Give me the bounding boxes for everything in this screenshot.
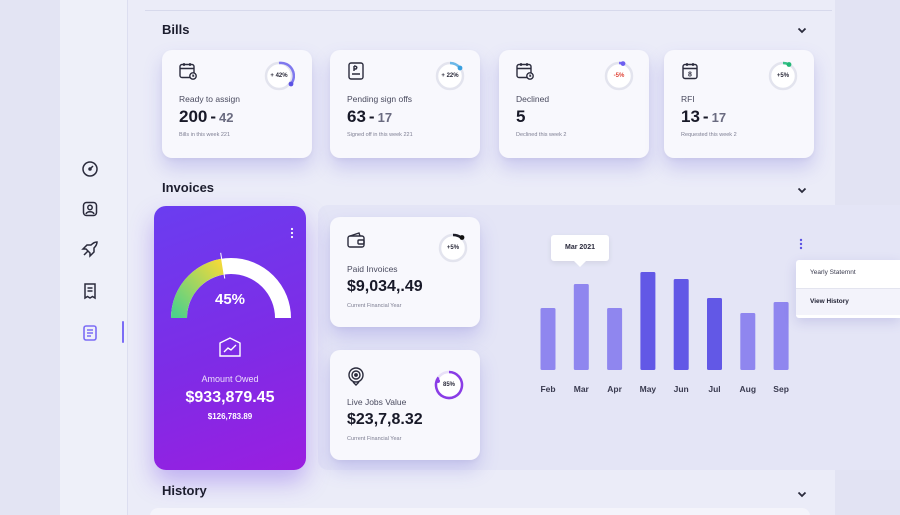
progress-ring: +5% [767,60,799,92]
chart-tooltip: Mar 2021 [551,235,609,261]
history-panel [150,508,810,515]
x-tick-label: Aug [740,384,757,394]
gauge-icon[interactable] [81,160,99,178]
bill-card-declined[interactable]: -5% Declined 5 Declined this week 2 [499,50,649,158]
card-note: Current Financial Year [347,436,402,442]
card-value: $23,7,8.32 [347,411,423,428]
history-title: History [162,483,207,498]
ring-label: + 22% [441,73,459,79]
chart-bar-may[interactable] [640,272,656,370]
chart-bar-aug[interactable] [740,313,756,370]
live-jobs-card[interactable]: 85% Live Jobs Value $23,7,8.32 Current F… [330,350,480,460]
sub-value: 42 [219,110,234,125]
x-tick-label: May [640,384,657,394]
rocket-icon[interactable] [81,240,99,258]
card-value: 200-42 [179,107,234,127]
history-chevron-down-icon[interactable] [796,487,808,499]
card-note: Requested this week 2 [681,132,737,138]
progress-ring: +5% [437,232,469,264]
owed-gauge [171,252,291,319]
bill-card-pending[interactable]: + 22% Pending sign offs 63-17 Signed off… [330,50,480,158]
sub-value: 17 [711,110,727,125]
ring-label: 85% [442,382,455,388]
more-options-icon[interactable] [799,237,803,250]
chart-bar-feb[interactable] [540,308,556,370]
bills-title: Bills [162,22,190,37]
more-options-icon[interactable] [290,226,294,239]
background-left [0,0,60,515]
x-tick-label: Sep [773,384,789,394]
ring-label: -5% [613,73,625,79]
card-value: 5 [516,107,526,126]
card-label: RFI [681,94,695,104]
signature-document-icon [346,61,366,81]
chart-bar-apr[interactable] [607,308,623,370]
card-value: 13-17 [681,107,726,127]
menu-item-yearly-statement[interactable]: Yearly Statemnt [810,269,856,276]
card-label: Paid Invoices [347,264,398,274]
card-label: Declined [516,94,550,104]
svg-text:8: 8 [688,72,692,79]
bills-chevron-down-icon[interactable] [796,23,808,35]
progress-ring: + 42% [263,60,295,92]
progress-ring: -5% [603,60,635,92]
chart-bar-sep[interactable] [773,302,789,370]
bill-card-rfi[interactable]: 8 +5% RFI 13-17 Requested this week 2 [664,50,814,158]
main-value: 13 [681,107,700,126]
card-value: $9,034,.49 [347,278,423,295]
owed-secondary: $126,783.89 [207,412,253,421]
main-value: 200 [179,107,208,126]
profile-icon[interactable] [81,200,99,218]
main-value: 63 [347,107,366,126]
chart-bar-jun[interactable] [673,279,689,370]
chart-bar-mar[interactable] [573,284,589,370]
card-label: Live Jobs Value [347,397,407,407]
divider [145,10,832,11]
calendar-clock-icon [515,61,535,81]
card-value: 63-17 [347,107,392,127]
invoices-title: Invoices [162,180,215,195]
card-note: Bills in this week 221 [179,132,231,138]
progress-ring: 85% [433,369,465,401]
ring-label: +5% [776,73,790,79]
chart-report-icon [219,337,241,357]
document-icon[interactable] [81,324,99,342]
active-indicator [122,321,124,343]
ring-label: + 42% [270,73,288,79]
x-tick-label: Jul [708,384,720,394]
card-note: Current Financial Year [347,303,402,309]
x-tick-label: Mar [574,384,590,394]
progress-ring: + 22% [434,60,466,92]
separator: - [210,107,217,126]
separator: - [702,107,709,126]
x-tick-label: Feb [540,384,555,394]
chart-bar-jul[interactable] [707,298,722,370]
card-label: Ready to assign [179,94,240,104]
receipt-icon[interactable] [81,282,99,300]
invoices-chevron-down-icon[interactable] [796,183,808,195]
calendar-number-icon: 8 [680,61,700,81]
chart-options-menu: Yearly Statemnt View History [796,260,900,318]
calendar-clock-icon [178,61,198,81]
separator: - [368,107,375,126]
owed-amount: $933,879.45 [185,389,275,406]
owed-label: Amount Owed [201,374,259,384]
amount-owed-card[interactable]: 45% Amount Owed $933,879.45 $126,783.89 [154,206,306,470]
tooltip-pointer [574,261,586,267]
sidebar [60,0,128,515]
bill-card-ready[interactable]: + 42% Ready to assign 200-42 Bills in th… [162,50,312,158]
sub-value: 17 [377,110,393,125]
card-note: Declined this week 2 [516,132,567,138]
wallet-icon [346,231,366,251]
card-label: Pending sign offs [347,94,413,104]
owed-percent: 45% [214,291,246,308]
paid-invoices-card[interactable]: +5% Paid Invoices $9,034,.49 Current Fin… [330,217,480,327]
menu-item-view-history[interactable]: View History [796,289,900,315]
x-tick-label: Jun [674,384,689,394]
x-tick-label: Apr [607,384,622,394]
ring-label: +5% [446,245,460,251]
target-icon [346,366,366,386]
card-note: Signed off in this week 221 [347,132,413,138]
